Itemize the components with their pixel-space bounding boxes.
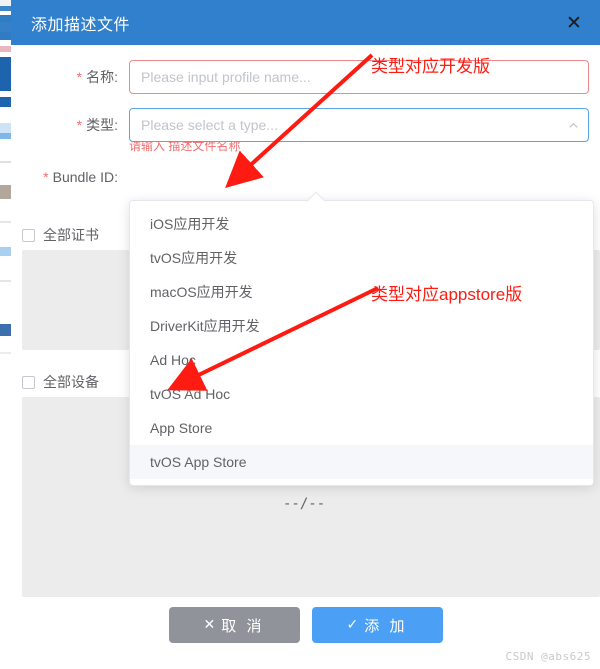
dropdown-option-app-store[interactable]: App Store xyxy=(130,411,593,445)
cancel-button[interactable]: ✕ 取 消 xyxy=(168,607,300,643)
required-asterisk: * xyxy=(43,169,49,185)
background-page-sliver xyxy=(0,0,11,669)
dialog-body: * 名称: Please input profile name... 请输入 描述… xyxy=(11,45,600,597)
type-select-placeholder: Please select a type... xyxy=(141,117,278,133)
annotation-label-dev: 类型对应开发版 xyxy=(371,57,490,76)
profile-name-placeholder: Please input profile name... xyxy=(141,69,311,85)
form-row-bundle-id: * Bundle ID: xyxy=(11,160,600,194)
watermark: CSDN @abs625 xyxy=(505,650,591,663)
profile-name-input[interactable]: Please input profile name... xyxy=(129,60,589,94)
type-label: * 类型: xyxy=(76,117,118,133)
empty-placeholder-text: --/-- xyxy=(283,496,326,512)
add-button[interactable]: ✓ 添 加 xyxy=(311,607,443,643)
all-devices-checkbox-row[interactable]: 全部设备 xyxy=(22,372,99,392)
bundle-id-label: * Bundle ID: xyxy=(43,169,118,185)
close-icon: ✕ xyxy=(203,617,216,633)
dropdown-option-macos-dev[interactable]: macOS应用开发 xyxy=(130,275,593,309)
required-asterisk: * xyxy=(76,117,83,133)
cancel-button-label: 取 消 xyxy=(221,617,265,635)
dropdown-option-ad-hoc[interactable]: Ad Hoc xyxy=(130,343,593,377)
screenshot-root: 添加描述文件 ✕ * 名称: Please input profile name.… xyxy=(0,0,600,669)
dropdown-option-tvos-dev[interactable]: tvOS应用开发 xyxy=(130,241,593,275)
add-button-label: 添 加 xyxy=(364,617,408,635)
checkbox-icon[interactable] xyxy=(22,228,35,242)
name-label: * 名称: xyxy=(76,69,118,85)
dialog-title: 添加描述文件 xyxy=(31,16,131,34)
all-certs-checkbox-row[interactable]: 全部证书 xyxy=(22,225,99,245)
all-certs-label: 全部证书 xyxy=(43,227,99,243)
add-profile-dialog: 添加描述文件 ✕ * 名称: Please input profile name.… xyxy=(11,0,600,669)
chevron-up-icon[interactable] xyxy=(568,120,578,130)
form-row-type: * 类型: Please select a type... xyxy=(11,108,600,142)
type-select[interactable]: Please select a type... xyxy=(129,108,589,142)
dropdown-option-tvos-ad-hoc[interactable]: tvOS Ad Hoc xyxy=(130,377,593,411)
dropdown-option-ios-dev[interactable]: iOS应用开发 xyxy=(130,207,593,241)
dropdown-option-driverkit-dev[interactable]: DriverKit应用开发 xyxy=(130,309,593,343)
annotation-label-appstore: 类型对应appstore版 xyxy=(371,285,523,304)
checkbox-icon[interactable] xyxy=(22,375,35,389)
dialog-titlebar: 添加描述文件 ✕ xyxy=(11,0,600,45)
dropdown-option-tvos-app-store[interactable]: tvOS App Store xyxy=(130,445,593,479)
all-devices-label: 全部设备 xyxy=(43,374,99,390)
check-icon: ✓ xyxy=(346,617,359,633)
dropdown-arrow xyxy=(307,191,325,209)
close-icon[interactable]: ✕ xyxy=(562,11,586,35)
form-row-name: * 名称: Please input profile name... xyxy=(11,60,600,94)
required-asterisk: * xyxy=(76,69,83,85)
type-dropdown-panel: iOS应用开发 tvOS应用开发 macOS应用开发 DriverKit应用开发… xyxy=(129,191,594,486)
